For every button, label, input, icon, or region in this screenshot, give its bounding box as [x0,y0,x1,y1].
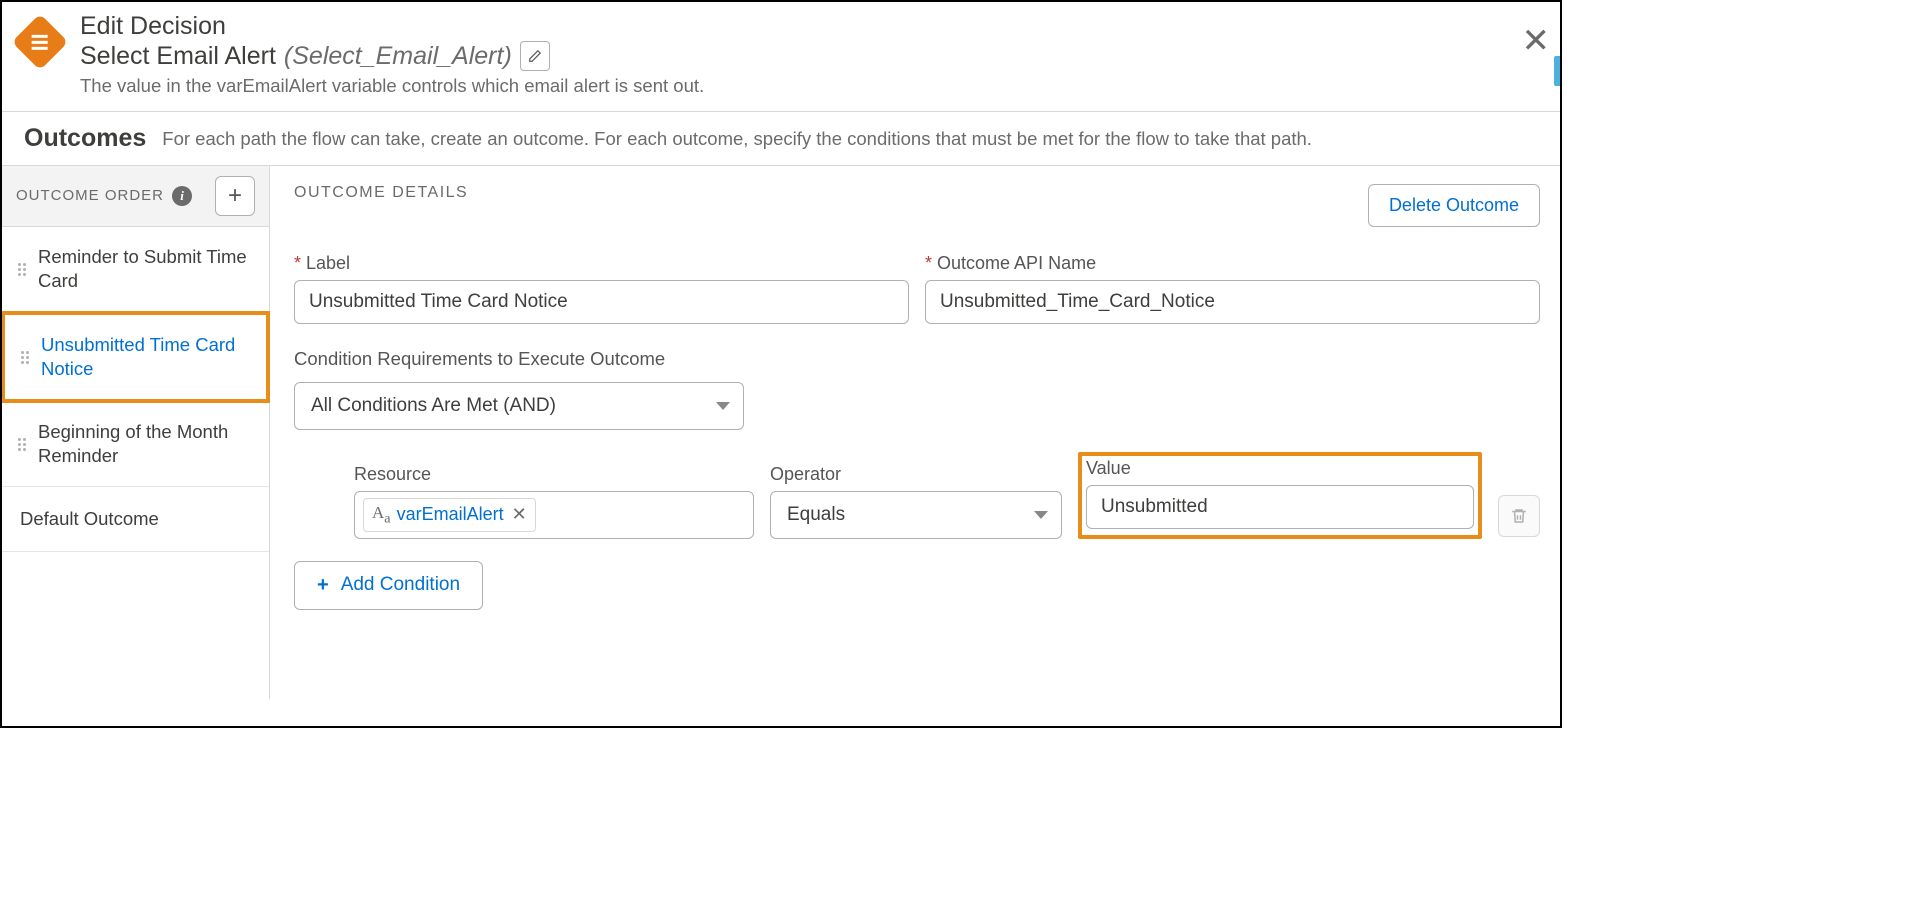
sidebar-item-label: Reminder to Submit Time Card [38,245,255,293]
text-variable-icon: Aa [372,503,391,527]
add-condition-label: Add Condition [341,574,460,596]
clear-resource-icon[interactable]: ✕ [512,504,527,525]
sidebar-item-label: Unsubmitted Time Card Notice [41,333,252,381]
outcomes-description: For each path the flow can take, create … [162,128,1312,150]
condition-requirements-select[interactable]: All Conditions Are Met (AND) [294,382,744,430]
decision-api-name: (Select_Email_Alert) [284,42,512,71]
trash-icon [1510,507,1528,525]
drag-handle-icon[interactable] [16,263,28,276]
operator-select[interactable]: Equals [770,491,1062,539]
value-label: Value [1086,458,1474,479]
sidebar-item-label: Beginning of the Month Reminder [38,420,255,468]
label-input[interactable] [294,280,909,324]
resource-label: Resource [354,464,754,485]
drag-handle-icon[interactable] [19,351,31,364]
operator-label: Operator [770,464,1062,485]
outcome-order-heading: OUTCOME ORDER [16,187,164,205]
info-icon[interactable]: i [172,186,192,206]
outcome-item-beginning-month[interactable]: Beginning of the Month Reminder [2,402,269,487]
value-input[interactable] [1086,485,1474,529]
resource-value: varEmailAlert [397,504,504,525]
modal-header: Edit Decision Select Email Alert (Select… [2,2,1560,111]
delete-condition-button[interactable] [1498,495,1540,537]
resource-input[interactable]: Aa varEmailAlert ✕ [354,491,754,539]
api-name-field-label: Outcome API Name [925,253,1540,274]
drag-handle-icon[interactable] [16,438,28,451]
decision-name: Select Email Alert [80,42,276,71]
outcome-item-reminder-submit[interactable]: Reminder to Submit Time Card [2,227,269,312]
decision-icon [12,14,69,71]
outcome-item-default[interactable]: Default Outcome [2,487,269,552]
outcome-details-heading: OUTCOME DETAILS [294,184,468,202]
close-icon[interactable]: ✕ [1522,24,1551,58]
sidebar-item-label: Default Outcome [20,507,159,531]
outcome-item-unsubmitted[interactable]: Unsubmitted Time Card Notice [1,311,270,403]
outcomes-title: Outcomes [24,124,146,153]
outcomes-header-bar: Outcomes For each path the flow can take… [2,112,1560,165]
api-name-input[interactable] [925,280,1540,324]
edit-name-button[interactable] [520,41,550,71]
chevron-down-icon [716,402,730,410]
delete-outcome-button[interactable]: Delete Outcome [1368,184,1540,227]
modal-title: Edit Decision [80,12,1546,41]
label-field-label: Label [294,253,909,274]
condition-requirements-label: Condition Requirements to Execute Outcom… [294,346,1540,372]
add-outcome-button[interactable]: + [215,176,255,216]
add-condition-button[interactable]: + Add Condition [294,561,483,610]
chevron-down-icon [1034,511,1048,519]
plus-icon: + [317,574,329,597]
decision-description: The value in the varEmailAlert variable … [80,75,1546,97]
